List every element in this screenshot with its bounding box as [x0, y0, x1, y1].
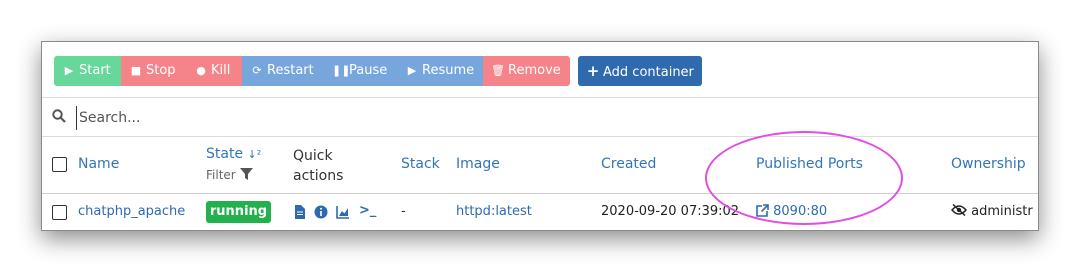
stop-label: Stop [146, 63, 176, 78]
quick-actions-line-2: actions [293, 168, 344, 184]
column-name[interactable]: Name [78, 156, 119, 172]
stack-value: - [401, 204, 406, 219]
stats-icon[interactable] [336, 205, 350, 219]
status-badge: running [206, 201, 271, 223]
eye-slash-icon [951, 203, 967, 217]
created-value: 2020-09-20 07:39:02 [601, 204, 740, 219]
column-image[interactable]: Image [456, 156, 500, 172]
containers-panel: ▶ Start ■ Stop ● Kill ⟳ Restart ❚❚Pause ▶ Res… [41, 41, 1039, 231]
console-icon[interactable]: >_ [359, 203, 376, 218]
search-input[interactable] [76, 106, 681, 130]
image-link[interactable]: httpd:latest [456, 204, 532, 219]
ownership-value: administr [951, 203, 1033, 219]
bomb-icon: ● [196, 64, 206, 77]
add-container-label: Add container [603, 65, 694, 80]
start-button[interactable]: ▶ Start [54, 56, 121, 86]
resume-button[interactable]: ▶ Resume [397, 56, 483, 86]
plus-icon: + [586, 62, 600, 80]
logs-icon[interactable] [293, 205, 307, 219]
stop-icon: ■ [130, 64, 142, 77]
sort-icon: ↓² [247, 148, 262, 161]
filter-icon [239, 168, 253, 180]
trash-icon: 🗑 [491, 64, 505, 77]
container-name-link[interactable]: chatphp_apache [78, 204, 185, 219]
column-state[interactable]: State ↓² [206, 146, 261, 162]
remove-label: Remove [508, 63, 561, 78]
pause-label: Pause [349, 63, 388, 78]
restart-button[interactable]: ⟳ Restart [242, 56, 324, 86]
remove-button[interactable]: 🗑 Remove [483, 56, 570, 86]
stop-button[interactable]: ■ Stop [121, 56, 186, 86]
pause-button[interactable]: ❚❚Pause [324, 56, 397, 86]
quick-actions-line-1: Quick [293, 148, 333, 164]
column-quick-actions: Quick actions [293, 146, 343, 186]
row-checkbox[interactable] [52, 205, 67, 220]
column-stack[interactable]: Stack [401, 156, 440, 172]
annotation-circle [705, 131, 903, 225]
ownership-label: administr [971, 204, 1033, 219]
kill-label: Kill [211, 63, 231, 78]
restart-label: Restart [267, 63, 314, 78]
select-all-checkbox[interactable] [52, 157, 67, 172]
play-icon: ▶ [64, 64, 74, 77]
action-toolbar: ▶ Start ■ Stop ● Kill ⟳ Restart ❚❚Pause ▶ Res… [42, 42, 1038, 98]
play-icon: ▶ [407, 64, 417, 77]
column-ownership[interactable]: Ownership [951, 156, 1026, 172]
search-icon [52, 109, 66, 123]
column-state-label: State [206, 146, 244, 162]
kill-button[interactable]: ● Kill [186, 56, 242, 86]
add-container-button[interactable]: + Add container [578, 56, 702, 86]
start-label: Start [79, 63, 111, 78]
resume-label: Resume [422, 63, 475, 78]
state-filter-label: Filter [206, 168, 236, 182]
pause-icon: ❚❚ [332, 64, 351, 77]
info-icon[interactable] [314, 205, 328, 219]
state-filter[interactable]: Filter [206, 168, 253, 182]
search-bar [42, 98, 1038, 137]
column-created[interactable]: Created [601, 156, 656, 172]
refresh-icon: ⟳ [252, 64, 262, 77]
